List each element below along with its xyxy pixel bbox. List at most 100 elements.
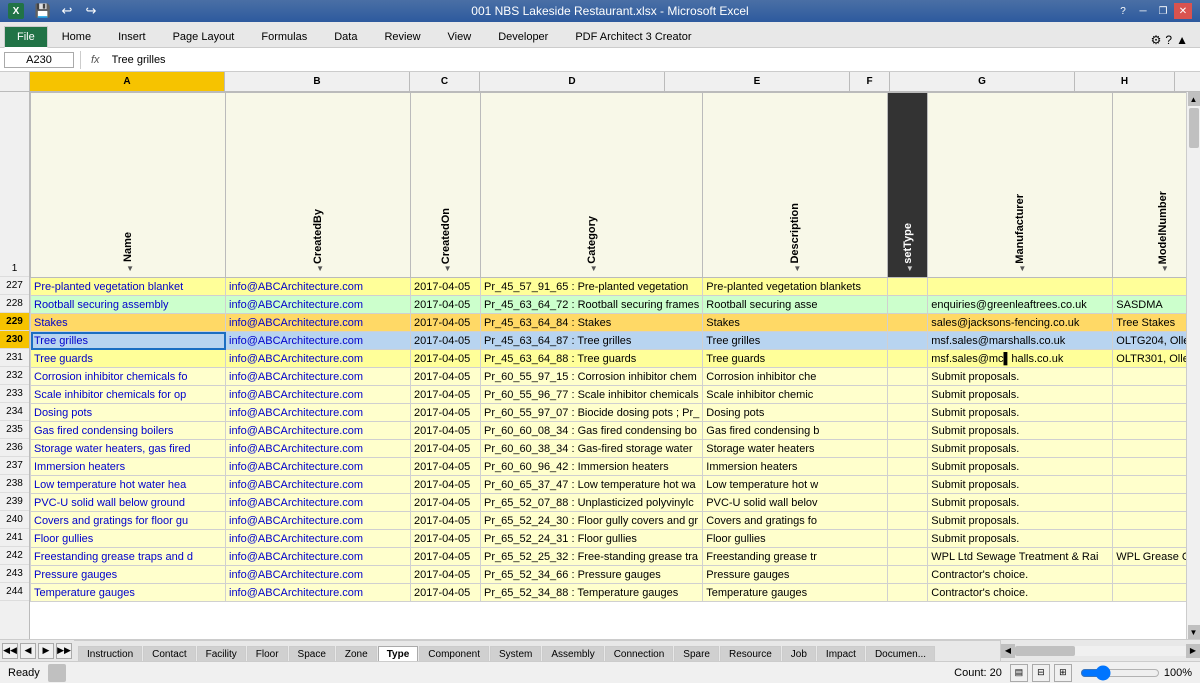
cell-c241[interactable]: 2017-04-05 [411, 530, 481, 548]
cell-c231[interactable]: 2017-04-05 [411, 350, 481, 368]
cell-g231[interactable]: msf.sales@mc▌halls.co.uk [928, 350, 1113, 368]
row-num-227[interactable]: 227 [0, 277, 29, 295]
cell-c233[interactable]: 2017-04-05 [411, 386, 481, 404]
cell-a236[interactable]: Storage water heaters, gas fired [31, 440, 226, 458]
page-break-button[interactable]: ⊞ [1054, 664, 1072, 682]
sheet-tab-zone[interactable]: Zone [336, 646, 377, 662]
row-num-234[interactable]: 234 [0, 403, 29, 421]
cell-a231[interactable]: Tree guards [31, 350, 226, 368]
cell-e233[interactable]: Scale inhibitor chemic [703, 386, 888, 404]
sheet-tab-system[interactable]: System [490, 646, 541, 662]
cell-d232[interactable]: Pr_60_55_97_15 : Corrosion inhibitor che… [481, 368, 703, 386]
cell-c232[interactable]: 2017-04-05 [411, 368, 481, 386]
options-icon[interactable]: ⚙ [1151, 33, 1162, 47]
cell-b231[interactable]: info@ABCArchitecture.com [226, 350, 411, 368]
cell-b239[interactable]: info@ABCArchitecture.com [226, 494, 411, 512]
cell-e240[interactable]: Covers and gratings fo [703, 512, 888, 530]
row-num-237[interactable]: 237 [0, 457, 29, 475]
cell-f228[interactable] [888, 296, 928, 314]
cell-f242[interactable] [888, 548, 928, 566]
hscroll-thumb[interactable] [1015, 646, 1075, 656]
cell-e227[interactable]: Pre-planted vegetation blankets [703, 278, 888, 296]
cell-d229[interactable]: Pr_45_63_64_84 : Stakes [481, 314, 703, 332]
cell-c238[interactable]: 2017-04-05 [411, 476, 481, 494]
sheet-tab-resource[interactable]: Resource [720, 646, 781, 662]
row-num-239[interactable]: 239 [0, 493, 29, 511]
cell-e237[interactable]: Immersion heaters [703, 458, 888, 476]
cell-b229[interactable]: info@ABCArchitecture.com [226, 314, 411, 332]
row-num-238[interactable]: 238 [0, 475, 29, 493]
sheet-tab-job[interactable]: Job [782, 646, 816, 662]
cell-d228[interactable]: Pr_45_63_64_72 : Rootball securing frame… [481, 296, 703, 314]
horizontal-scrollbar[interactable]: ◀ ▶ [1000, 640, 1200, 661]
col-header-c[interactable]: C [410, 72, 480, 91]
cell-h237[interactable] [1113, 458, 1186, 476]
cell-c242[interactable]: 2017-04-05 [411, 548, 481, 566]
formula-input[interactable]: Tree grilles [108, 53, 1196, 67]
row-num-232[interactable]: 232 [0, 367, 29, 385]
sheet-tab-contact[interactable]: Contact [143, 646, 195, 662]
cell-g235[interactable]: Submit proposals. [928, 422, 1113, 440]
tab-file[interactable]: File [4, 26, 48, 48]
cell-g228[interactable]: enquiries@greenleaftrees.co.uk [928, 296, 1113, 314]
cell-a230[interactable]: Tree grilles [31, 332, 226, 350]
redo-button[interactable]: ↪ [80, 0, 102, 22]
cell-reference-input[interactable]: A230 [4, 52, 74, 68]
cell-c244[interactable]: 2017-04-05 [411, 584, 481, 602]
cell-a228[interactable]: Rootball securing assembly [31, 296, 226, 314]
cell-c234[interactable]: 2017-04-05 [411, 404, 481, 422]
cell-e242[interactable]: Freestanding grease tr [703, 548, 888, 566]
cell-e238[interactable]: Low temperature hot w [703, 476, 888, 494]
cell-e231[interactable]: Tree guards [703, 350, 888, 368]
help-icon[interactable]: ? [1165, 33, 1172, 47]
cell-f230[interactable] [888, 332, 928, 350]
cell-g237[interactable]: Submit proposals. [928, 458, 1113, 476]
sheet-tab-facility[interactable]: Facility [197, 646, 246, 662]
modelnumber-filter-arrow[interactable]: ▼ [1161, 264, 1169, 273]
scroll-up-button[interactable]: ▲ [1188, 92, 1200, 106]
cell-d230[interactable]: Pr_45_63_64_87 : Tree grilles [481, 332, 703, 350]
cell-a229[interactable]: Stakes [31, 314, 226, 332]
cell-c235[interactable]: 2017-04-05 [411, 422, 481, 440]
cell-f232[interactable] [888, 368, 928, 386]
cell-b238[interactable]: info@ABCArchitecture.com [226, 476, 411, 494]
cell-d242[interactable]: Pr_65_52_25_32 : Free-standing grease tr… [481, 548, 703, 566]
cell-b237[interactable]: info@ABCArchitecture.com [226, 458, 411, 476]
sheet-tab-spare[interactable]: Spare [674, 646, 719, 662]
cell-a239[interactable]: PVC-U solid wall below ground [31, 494, 226, 512]
cell-a244[interactable]: Temperature gauges [31, 584, 226, 602]
row-num-241[interactable]: 241 [0, 529, 29, 547]
row-num-236[interactable]: 236 [0, 439, 29, 457]
col-header-e[interactable]: E [665, 72, 850, 91]
cell-a242[interactable]: Freestanding grease traps and d [31, 548, 226, 566]
cell-h233[interactable] [1113, 386, 1186, 404]
col-header-d[interactable]: D [480, 72, 665, 91]
cell-f233[interactable] [888, 386, 928, 404]
sheet-last-button[interactable]: ▶▶ [56, 643, 72, 659]
cell-e236[interactable]: Storage water heaters [703, 440, 888, 458]
cell-b233[interactable]: info@ABCArchitecture.com [226, 386, 411, 404]
normal-view-button[interactable]: ▤ [1010, 664, 1028, 682]
cell-d243[interactable]: Pr_65_52_34_66 : Pressure gauges [481, 566, 703, 584]
cell-e234[interactable]: Dosing pots [703, 404, 888, 422]
cell-f241[interactable] [888, 530, 928, 548]
cell-g236[interactable]: Submit proposals. [928, 440, 1113, 458]
cell-a234[interactable]: Dosing pots [31, 404, 226, 422]
col-header-h[interactable]: H [1075, 72, 1175, 91]
name-filter-arrow[interactable]: ▼ [126, 264, 134, 273]
cell-d236[interactable]: Pr_60_60_38_34 : Gas-fired storage water [481, 440, 703, 458]
cell-c237[interactable]: 2017-04-05 [411, 458, 481, 476]
tab-review[interactable]: Review [371, 26, 433, 47]
close-button[interactable]: ✕ [1174, 3, 1192, 19]
cell-g243[interactable]: Contractor's choice. [928, 566, 1113, 584]
cell-g244[interactable]: Contractor's choice. [928, 584, 1113, 602]
cell-h232[interactable] [1113, 368, 1186, 386]
cell-a243[interactable]: Pressure gauges [31, 566, 226, 584]
cell-h244[interactable] [1113, 584, 1186, 602]
cell-h228[interactable]: SASDMA [1113, 296, 1186, 314]
row-num-228[interactable]: 228 [0, 295, 29, 313]
sheet-tab-document[interactable]: Documen... [866, 646, 935, 662]
tab-data[interactable]: Data [321, 26, 370, 47]
cell-g240[interactable]: Submit proposals. [928, 512, 1113, 530]
tab-view[interactable]: View [435, 26, 485, 47]
